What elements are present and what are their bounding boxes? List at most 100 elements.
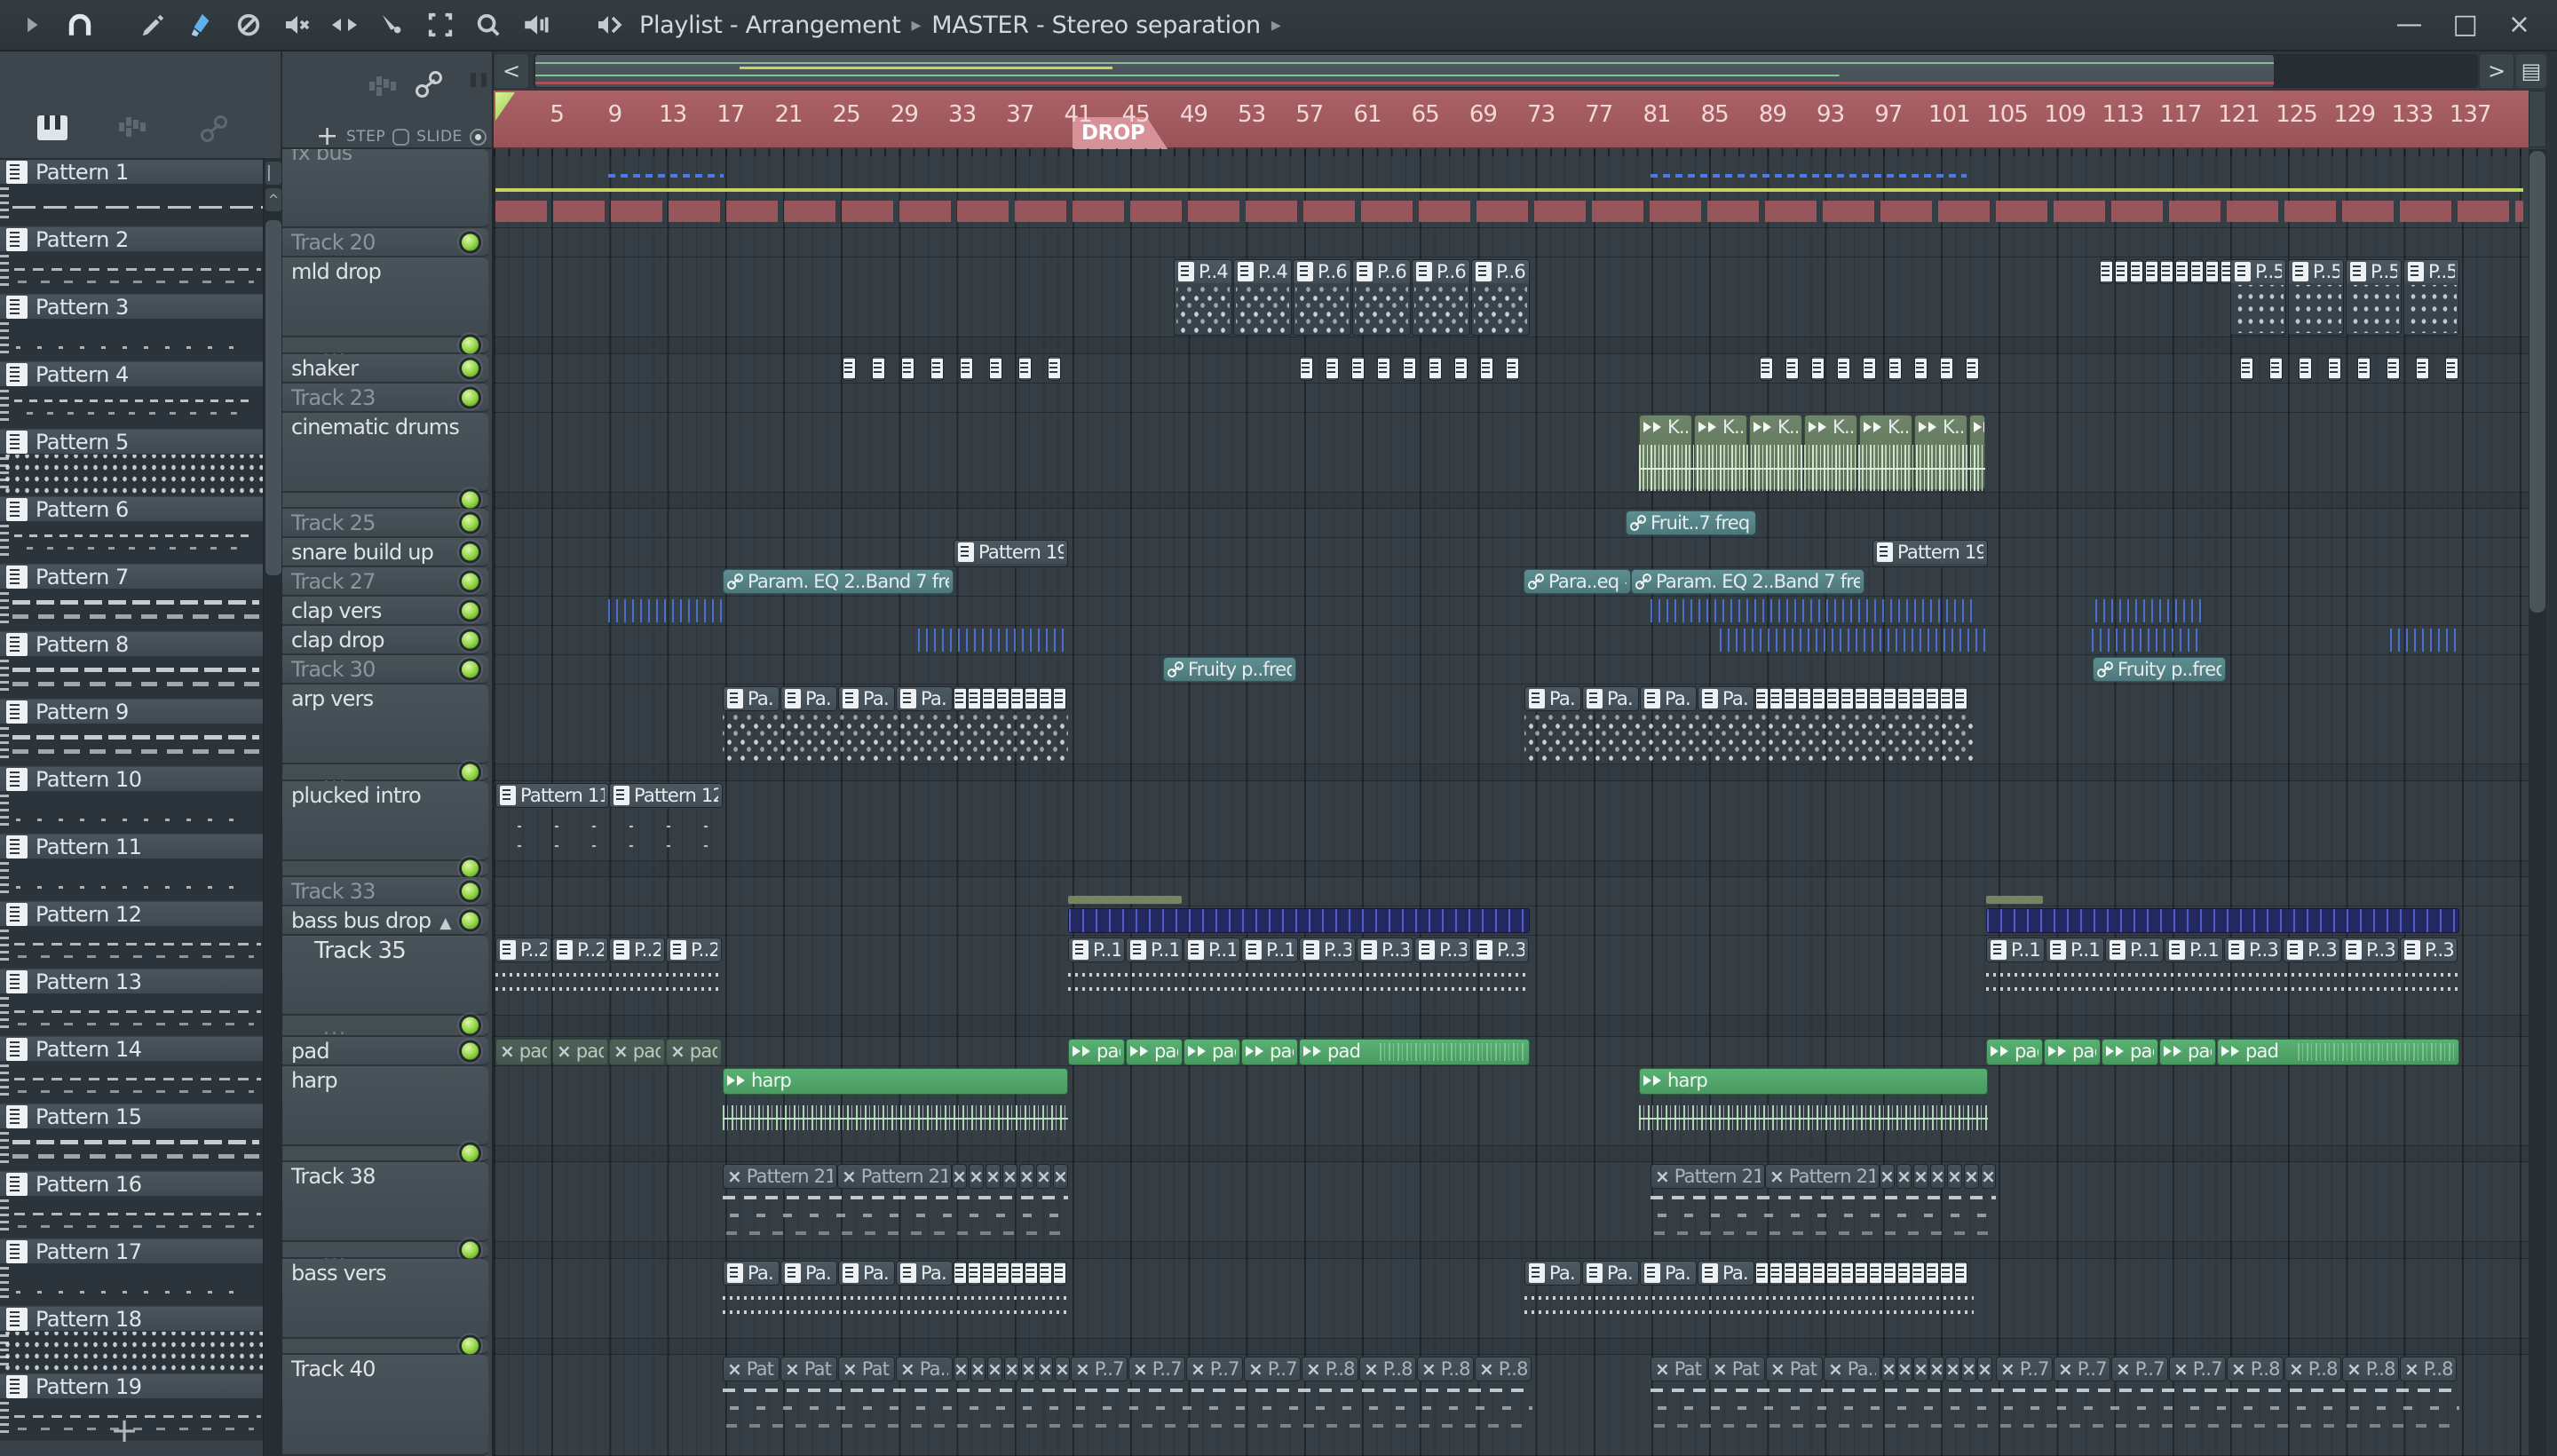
clip-pa..[interactable]: Pa..: [896, 686, 953, 711]
clip-muted-mini[interactable]: ×: [954, 1357, 969, 1381]
clip-pad[interactable]: pad: [1299, 1039, 1530, 1065]
clip-pat..[interactable]: ×Pat..: [1766, 1357, 1823, 1381]
clip-pattern-mini[interactable]: [1926, 1261, 1939, 1286]
track-name-row-track-20[interactable]: Track 20: [282, 228, 488, 257]
clip-pa..[interactable]: Pa..: [780, 1261, 837, 1286]
clip-pattern-mini[interactable]: [960, 356, 973, 381]
pattern-item-header[interactable]: Pattern 6: [0, 497, 263, 522]
track-row-spacer[interactable]: ...: [282, 1142, 488, 1170]
clip-p..3[interactable]: P..3: [1472, 938, 1529, 962]
clip-pattern-mini[interactable]: [1755, 686, 1769, 711]
brush-icon[interactable]: [183, 7, 218, 43]
pattern-item-header[interactable]: Pattern 8: [0, 632, 263, 657]
pattern-item[interactable]: Pattern 9: [0, 700, 263, 767]
track-mute-led[interactable]: [459, 488, 481, 511]
track-name-row-track-25[interactable]: Track 25: [282, 509, 488, 538]
playlist-lane-d3[interactable]: [494, 764, 2529, 781]
clip-pattern-mini[interactable]: [2175, 259, 2189, 284]
clip-muted-mini[interactable]: ×: [1929, 1357, 1944, 1381]
clip-pattern-mini[interactable]: [1888, 356, 1902, 381]
clip-pad[interactable]: ×pad: [609, 1039, 665, 1065]
clip-pad[interactable]: ×pad: [552, 1039, 608, 1065]
clip-harp[interactable]: harp: [723, 1068, 1068, 1095]
clip-muted-mini[interactable]: ×: [1002, 1164, 1017, 1189]
clip-pattern-mini[interactable]: [843, 356, 856, 381]
playlist-speaker-icon[interactable]: [591, 7, 627, 43]
clip-muted-mini[interactable]: ×: [1881, 1357, 1896, 1381]
clip-pattern-mini[interactable]: [1869, 1261, 1882, 1286]
scroll-options-icon[interactable]: ▤: [2516, 54, 2546, 88]
audio-mode-icon[interactable]: [369, 75, 396, 98]
pattern-item-header[interactable]: Pattern 7: [0, 565, 263, 590]
track-row-spacer[interactable]: ...: [282, 857, 488, 885]
zoom-select-icon[interactable]: [423, 7, 458, 43]
clip-pattern-mini[interactable]: [1912, 1261, 1925, 1286]
clip-p..6[interactable]: P..6: [1293, 259, 1351, 336]
clip-pattern-mini[interactable]: [1010, 1261, 1024, 1286]
playlist-lane-d8[interactable]: [494, 1339, 2529, 1355]
step-checkbox[interactable]: [392, 128, 410, 146]
clip-pad[interactable]: pad: [2102, 1039, 2158, 1065]
pattern-item[interactable]: Pattern 10: [0, 767, 263, 835]
clip-pattern-mini[interactable]: [2145, 259, 2158, 284]
clip-pattern-mini[interactable]: [1769, 1261, 1783, 1286]
clip-pattern-mini[interactable]: [1454, 356, 1468, 381]
clip-pattern-mini[interactable]: [1025, 1261, 1038, 1286]
clip-muted-mini[interactable]: ×: [969, 1164, 984, 1189]
clip-pattern-mini[interactable]: [1897, 686, 1911, 711]
clip-fruit..7-freq[interactable]: Fruit..7 freq: [1626, 510, 1756, 535]
clip-p..1[interactable]: P..1: [1126, 938, 1183, 962]
track-row-spacer[interactable]: ...: [282, 761, 488, 788]
scroll-left-button[interactable]: <: [495, 54, 528, 88]
clip-p..3[interactable]: P..3: [2400, 938, 2458, 962]
clip-muted-mini[interactable]: ×: [1053, 1164, 1068, 1189]
track-mute-led[interactable]: [459, 386, 481, 408]
track-mute-led[interactable]: [459, 357, 481, 379]
track-mute-led[interactable]: [459, 231, 481, 253]
track-mute-led[interactable]: [459, 1040, 481, 1062]
clip-pat..[interactable]: ×Pat..: [780, 1357, 837, 1381]
clip-p..2[interactable]: P..2: [495, 938, 551, 962]
collapse-arrow-icon[interactable]: ▲: [439, 914, 451, 932]
clip-pattern-mini[interactable]: [1841, 1261, 1854, 1286]
track-name-row-track-40[interactable]: Track 40: [282, 1355, 488, 1456]
clip-pad[interactable]: ×pad: [666, 1039, 722, 1065]
clip-pattern-mini[interactable]: [968, 686, 981, 711]
clip-pa..[interactable]: Pa..: [896, 1261, 953, 1286]
play-icon[interactable]: [14, 7, 50, 43]
clip-muted-mini[interactable]: ×: [1036, 1164, 1051, 1189]
clip-muted-mini[interactable]: ×: [1880, 1164, 1895, 1189]
track-name-row-track-35[interactable]: Track 35: [282, 936, 488, 1016]
track-name-row-clap-vers[interactable]: clap vers: [282, 597, 488, 626]
clip-fruity-p..freq[interactable]: Fruity p..freq: [1163, 657, 1296, 682]
clip-pattern-21[interactable]: × Pattern 21: [1651, 1164, 1765, 1189]
clip-pattern-mini[interactable]: [1798, 686, 1811, 711]
clip-para..eq-#2[interactable]: Para..eq #2: [1524, 569, 1631, 594]
clip-muted-mini[interactable]: ×: [970, 1357, 986, 1381]
clip-pad[interactable]: pad: [2044, 1039, 2101, 1065]
clip-pattern-mini[interactable]: [2130, 259, 2143, 284]
pattern-item[interactable]: Pattern 7: [0, 565, 263, 632]
clip-muted-mini[interactable]: ×: [1913, 1357, 1928, 1381]
clip-muted-mini[interactable]: ×: [1055, 1357, 1070, 1381]
track-row-spacer[interactable]: ...: [282, 1238, 488, 1266]
clip-pad[interactable]: ×pad: [495, 1039, 551, 1065]
clip-pattern-19[interactable]: Pattern 19: [954, 540, 1068, 567]
track-row-spacer[interactable]: ...: [282, 1014, 488, 1040]
clip-pad[interactable]: pad: [1184, 1039, 1240, 1065]
clip-muted-mini[interactable]: ×: [1896, 1164, 1912, 1189]
clip-pattern-mini[interactable]: [1785, 356, 1799, 381]
clip-pattern-mini[interactable]: [1954, 686, 1967, 711]
clip-pattern-mini[interactable]: [982, 1261, 995, 1286]
clip-pad[interactable]: pad: [2159, 1039, 2216, 1065]
clip-p..1[interactable]: P..1: [1986, 938, 2045, 962]
track-mute-led[interactable]: [459, 511, 481, 534]
pattern-item-header[interactable]: Pattern 2: [0, 227, 263, 252]
minimize-button[interactable]: —: [2396, 12, 2423, 38]
playlist-lane-t25[interactable]: [494, 509, 2529, 538]
clip-p..4[interactable]: P..4: [1233, 259, 1292, 336]
clip-muted-mini[interactable]: ×: [987, 1357, 1002, 1381]
zoom-icon[interactable]: [471, 7, 506, 43]
pattern-item-header[interactable]: Pattern 3: [0, 295, 263, 320]
clip-pattern-mini[interactable]: [1300, 356, 1313, 381]
